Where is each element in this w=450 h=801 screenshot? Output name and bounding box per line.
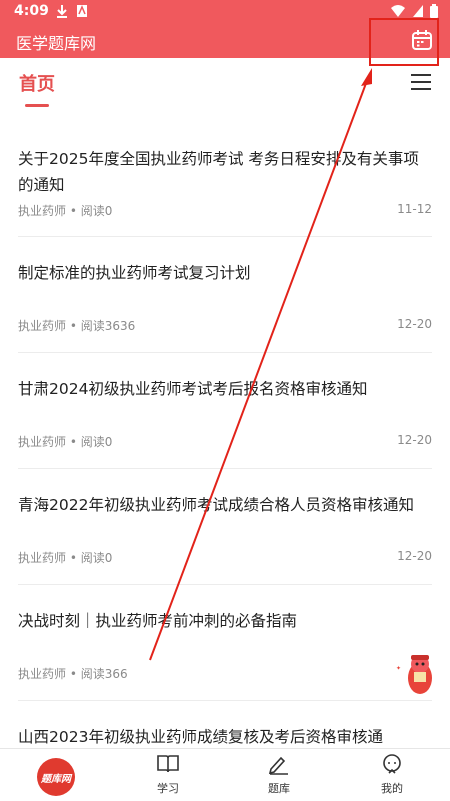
pencil-icon (268, 756, 288, 775)
wifi-icon (391, 5, 405, 17)
article-date: 12-20 (397, 317, 432, 331)
article-category: 执业药师 (18, 319, 67, 333)
article-title: 甘肃2024初级执业药师考试考后报名资格审核通知 (18, 380, 368, 398)
book-icon (157, 755, 179, 773)
list-item[interactable]: 关于2025年度全国执业药师考试 考务日程安排及有关事项的通知 执业药师 • 阅… (18, 146, 432, 218)
nav-study-label: 学习 (157, 782, 179, 795)
article-category: 执业药师 (18, 435, 67, 449)
article-reads: 阅读0 (80, 551, 113, 565)
article-date: 12-20 (397, 433, 432, 447)
meta-separator: • (69, 319, 77, 333)
app-notification-icon (77, 5, 87, 17)
list-item[interactable]: 山西2023年初级执业药师成绩复核及考后资格审核通 (18, 724, 432, 748)
article-category: 执业药师 (18, 551, 67, 565)
status-notification-icons (56, 4, 88, 18)
status-time: 4:09 (14, 3, 49, 19)
article-reads: 阅读0 (80, 204, 113, 218)
divider (18, 352, 432, 353)
article-meta: 执业药师 • 阅读0 (18, 433, 112, 450)
signal-icon (413, 5, 423, 17)
list-item[interactable]: 甘肃2024初级执业药师考试考后报名资格审核通知 执业药师 • 阅读0 12-2… (18, 376, 432, 449)
download-icon (57, 5, 67, 18)
divider (18, 468, 432, 469)
status-system-icons (390, 4, 438, 18)
nav-study[interactable]: 学习 (138, 753, 198, 796)
article-date: 11-12 (397, 202, 432, 216)
article-meta: 执业药师 • 阅读366 (18, 665, 128, 682)
article-category: 执业药师 (18, 204, 67, 218)
divider (18, 700, 432, 701)
meta-separator: • (69, 551, 77, 565)
nav-mine-label: 我的 (381, 782, 403, 795)
article-category: 执业药师 (18, 667, 67, 681)
meta-separator: • (69, 435, 77, 449)
article-title: 制定标准的执业药师考试复习计划 (18, 264, 251, 282)
nav-mine[interactable]: 我的 (362, 753, 422, 796)
menu-icon[interactable] (411, 74, 431, 90)
divider (18, 236, 432, 237)
article-title: 山西2023年初级执业药师成绩复核及考后资格审核通 (18, 728, 383, 746)
list-item[interactable]: 决战时刻｜执业药师考前冲刺的必备指南 执业药师 • 阅读366 (18, 608, 432, 681)
tab-indicator (25, 104, 49, 107)
article-date: 12-20 (397, 549, 432, 563)
article-title: 青海2022年初级执业药师考试成绩合格人员资格审核通知 (18, 496, 414, 514)
article-reads: 阅读0 (80, 435, 113, 449)
app-title: 医学题库网 (16, 34, 97, 53)
meta-separator: • (69, 667, 77, 681)
article-reads: 阅读366 (80, 667, 128, 681)
nav-question-bank[interactable]: 题库 (249, 753, 309, 796)
tab-row: 首页 (0, 58, 450, 110)
mascot-icon[interactable]: ✦ (394, 648, 436, 700)
meta-separator: • (69, 204, 77, 218)
article-title: 关于2025年度全国执业药师考试 考务日程安排及有关事项的通知 (18, 150, 419, 194)
chat-icon (383, 754, 401, 774)
article-title: 决战时刻｜执业药师考前冲刺的必备指南 (18, 612, 298, 630)
list-item[interactable]: 制定标准的执业药师考试复习计划 执业药师 • 阅读3636 12-20 (18, 260, 432, 333)
article-meta: 执业药师 • 阅读0 (18, 202, 112, 219)
article-meta: 执业药师 • 阅读0 (18, 549, 112, 566)
svg-text:✦: ✦ (396, 665, 401, 672)
nav-question-bank-label: 题库 (268, 782, 290, 795)
article-meta: 执业药师 • 阅读3636 (18, 317, 135, 334)
home-logo-button[interactable]: 题库网 (37, 758, 75, 796)
divider (18, 584, 432, 585)
tab-home[interactable]: 首页 (19, 70, 55, 96)
article-reads: 阅读3636 (80, 319, 136, 333)
bottom-nav: 题库网 学习 题库 我的 (0, 748, 450, 801)
list-item[interactable]: 青海2022年初级执业药师考试成绩合格人员资格审核通知 执业药师 • 阅读0 1… (18, 492, 432, 565)
battery-icon (430, 4, 438, 18)
